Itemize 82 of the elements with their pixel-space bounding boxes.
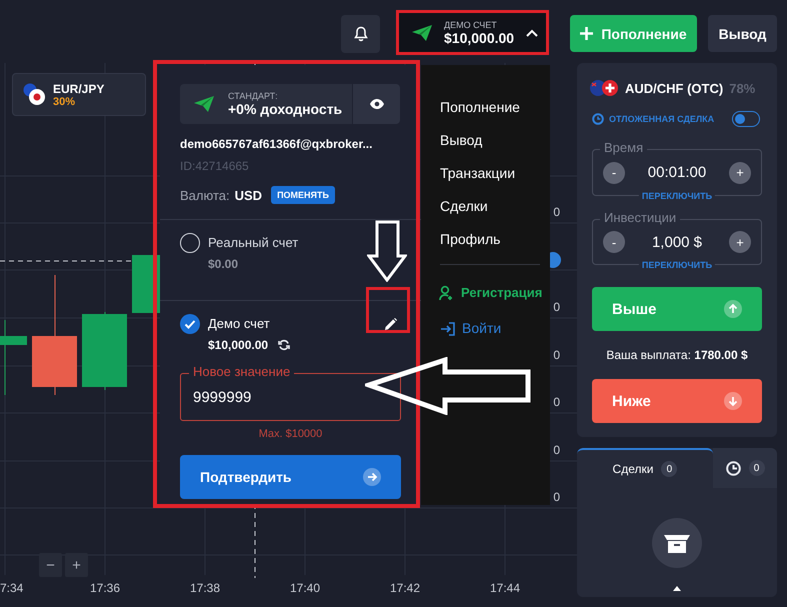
account-balance: $0.00 [208, 256, 238, 273]
count-badge: 0 [661, 461, 678, 477]
currency-value: USD [234, 188, 262, 202]
asset-payout: 30% [53, 96, 76, 108]
box-icon [652, 518, 702, 568]
menu-item[interactable]: Вывод [440, 124, 482, 157]
login-icon [440, 320, 456, 336]
time-label: 17:36 [90, 581, 120, 595]
account-name: Демо счет [208, 315, 271, 333]
tab-label: Сделки [612, 462, 654, 476]
time-label: 17:44 [490, 581, 520, 595]
trades-tab[interactable]: 0 [713, 448, 777, 488]
account-email: demo665767af61366f@qxbroker... [180, 136, 374, 152]
flag-icon [589, 79, 619, 97]
tariff-value: +0% доходность [228, 101, 342, 117]
field-value: 1,000 $ [652, 234, 702, 250]
price-label: 0 [553, 395, 560, 409]
change-button[interactable]: ПОМЕНЯТЬ [271, 186, 335, 204]
asset-name: EUR/JPY [53, 82, 104, 96]
asset-payout: 78% [729, 80, 756, 96]
paper-plane-icon [194, 96, 214, 112]
arrow-right-icon [363, 468, 381, 486]
price-label: 0 [553, 300, 560, 314]
field-value: 9999999 [193, 388, 252, 406]
menu-item[interactable]: Транзакции [440, 157, 516, 190]
caret-icon [526, 28, 538, 36]
menu-item[interactable]: Сделки [440, 190, 488, 223]
zoom-button[interactable]: + [65, 553, 88, 577]
eye-icon [370, 99, 384, 109]
show-button[interactable] [353, 84, 400, 124]
flag-icon [23, 82, 47, 106]
account-id: ID:42714665 [180, 158, 250, 174]
account-name: Реальный счет [208, 234, 298, 252]
field-label: Инвестиции [600, 210, 680, 226]
zoom-button[interactable]: − [39, 553, 62, 577]
menu-item[interactable]: Пополнение [440, 91, 520, 124]
withdraw-button[interactable]: Вывод [708, 15, 777, 52]
expand-icon[interactable] [673, 586, 681, 591]
switch-link[interactable]: ПЕРЕКЛЮЧИТЬ [638, 191, 716, 202]
time-label: 17:38 [190, 581, 220, 595]
plus-button[interactable]: + [728, 162, 751, 184]
asset-chip[interactable]: EUR/JPY 30% [12, 73, 146, 116]
menu-item[interactable]: Войти [440, 312, 502, 345]
arrow-down-icon [724, 392, 742, 410]
time-label: 17:40 [290, 581, 320, 595]
plus-icon [580, 27, 594, 40]
switch-link[interactable]: ПЕРЕКЛЮЧИТЬ [638, 260, 716, 271]
currency-label: Валюта: [180, 188, 230, 202]
field-value: 00:01:00 [648, 164, 706, 181]
price-label: 0 [553, 205, 560, 219]
price-label: 0 [553, 490, 560, 504]
confirm-button[interactable]: Подтвердить [180, 455, 401, 499]
account-balance: $10,000.00 [208, 337, 268, 354]
tariff-label: СТАНДАРТ: [228, 91, 279, 101]
payout-text: Ваша выплата: 1780.00 $ [605, 347, 749, 364]
time-label: 7:34 [0, 581, 24, 595]
count-badge: 0 [748, 460, 764, 476]
refresh-icon[interactable] [278, 339, 290, 351]
clock-icon [592, 113, 604, 125]
pencil-icon[interactable] [385, 318, 397, 330]
price-label: 0 [553, 442, 560, 456]
menu-item[interactable]: Профиль [440, 223, 500, 256]
field-label: Время [600, 140, 648, 156]
asset-name: AUD/CHF (OTC) [625, 80, 724, 96]
price-label: 0 [553, 348, 560, 362]
minus-button[interactable]: - [603, 162, 625, 184]
person-add-icon [439, 284, 455, 300]
paper-plane-icon [412, 24, 432, 40]
toggle-switch[interactable] [732, 111, 760, 127]
arrow-drawing [367, 220, 407, 282]
time-label: 17:42 [390, 581, 420, 595]
plus-button[interactable]: + [728, 231, 751, 253]
radio-button[interactable] [180, 314, 200, 334]
notification-button[interactable] [341, 15, 380, 53]
max-hint: Max. $10000 [258, 427, 324, 441]
minus-button[interactable]: - [603, 231, 625, 253]
menu-item[interactable]: Регистрация [439, 276, 542, 309]
bell-icon [354, 26, 368, 42]
radio-button[interactable] [180, 233, 200, 253]
pending-trade-label: ОТЛОЖЕННАЯ СДЕЛКА [609, 114, 714, 124]
clock-icon [726, 460, 740, 476]
arrow-up-icon [724, 300, 742, 318]
